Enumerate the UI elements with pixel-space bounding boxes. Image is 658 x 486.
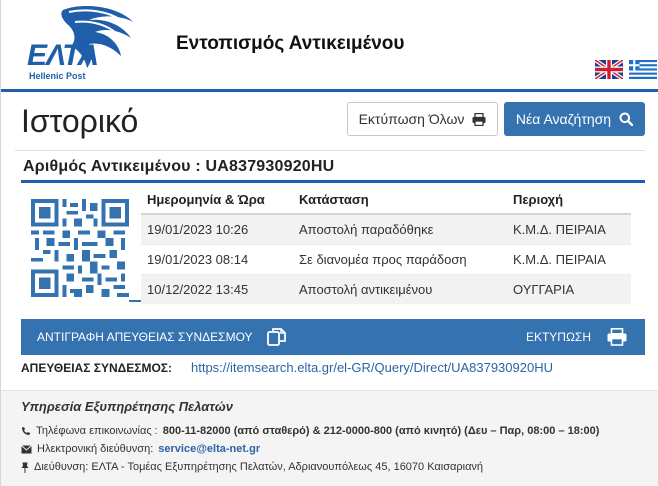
- table-row: 19/01/2023 08:14 Σε διανομέα προς παράδο…: [141, 243, 631, 274]
- logo-text: ΕΛΤΑ: [27, 39, 99, 72]
- footer-title: Υπηρεσία Εξυπηρέτησης Πελατών: [21, 399, 233, 414]
- page-title: Ιστορικό: [21, 103, 139, 139]
- row-date: 10/12/2022 13:45: [141, 273, 293, 304]
- printer-icon: [472, 112, 486, 126]
- print-all-label: Εκτύπωση Όλων: [358, 111, 465, 127]
- search-icon: [619, 112, 634, 126]
- row-area: Κ.Μ.Δ. ΠΕΙΡΑΙΑ: [507, 243, 631, 274]
- new-search-button[interactable]: Νέα Αναζήτηση: [504, 102, 645, 136]
- phone-value: 800-11-82000 (από σταθερό) & 212-0000-80…: [162, 425, 600, 437]
- footer-email-line: Ηλεκτρονική διεύθυνση: service@elta-net.…: [21, 443, 260, 455]
- footer-phone-line: Τηλέφωνα επικοινωνίας : 800-11-82000 (απ…: [21, 425, 599, 437]
- direct-link-label: ΑΠΕΥΘΕΙΑΣ ΣΥΝΔΕΣΜΟΣ:: [21, 361, 172, 375]
- item-divider: [21, 180, 645, 183]
- column-header-status: Κατάσταση: [293, 186, 507, 215]
- email-label: Ηλεκτρονική διεύθυνση:: [37, 443, 154, 455]
- table-header-row: Ημερομηνία & Ώρα Κατάσταση Περιοχή: [141, 186, 631, 215]
- app-title: Εντοπισμός Αντικειμένου: [176, 33, 405, 54]
- elta-logo[interactable]: ΕΛΤΑ Hellenic Post: [23, 4, 155, 84]
- row-status: Αποστολή αντικειμένου: [293, 273, 507, 304]
- printer-icon: [607, 328, 627, 346]
- uk-flag-icon[interactable]: [595, 60, 623, 79]
- footer-address-line: Διεύθυνση: ΕΛΤΑ - Τομέας Εξυπηρέτησης Πε…: [21, 461, 483, 473]
- print-all-button[interactable]: Εκτύπωση Όλων: [347, 102, 498, 136]
- greek-flag-icon[interactable]: [629, 60, 657, 79]
- tracking-table: Ημερομηνία & Ώρα Κατάσταση Περιοχή 19/01…: [141, 186, 631, 304]
- page-frame: ΕΛΤΑ Hellenic Post Εντοπισμός Αντικειμέν…: [0, 0, 658, 486]
- email-link[interactable]: service@elta-net.gr: [158, 443, 260, 455]
- section-divider: [15, 150, 645, 151]
- print-button[interactable]: ΕΚΤΥΠΩΣΗ: [526, 319, 627, 355]
- address-text: Διεύθυνση: ΕΛΤΑ - Τομέας Εξυπηρέτησης Πε…: [34, 461, 484, 473]
- table-row: 10/12/2022 13:45 Αποστολή αντικειμένου Ο…: [141, 273, 631, 304]
- row-date: 19/01/2023 08:14: [141, 243, 293, 274]
- qr-code-icon: [31, 199, 129, 297]
- site-header: ΕΛΤΑ Hellenic Post Εντοπισμός Αντικειμέν…: [1, 0, 658, 92]
- row-status: Σε διανομέα προς παράδοση: [293, 243, 507, 274]
- action-bar: ΑΝΤΙΓΡΑΦΗ ΑΠΕΥΘΕΙΑΣ ΣΥΝΔΕΣΜΟΥ ΕΚΤΥΠΩΣΗ: [21, 319, 645, 355]
- row-area: Κ.Μ.Δ. ΠΕΙΡΑΙΑ: [507, 213, 631, 244]
- table-row: 19/01/2023 10:26 Αποστολή παραδόθηκε Κ.Μ…: [141, 213, 631, 244]
- copy-direct-link-button[interactable]: ΑΝΤΙΓΡΑΦΗ ΑΠΕΥΘΕΙΑΣ ΣΥΝΔΕΣΜΟΥ: [37, 319, 287, 355]
- customer-service-footer: Υπηρεσία Εξυπηρέτησης Πελατών Τηλέφωνα ε…: [1, 390, 658, 486]
- logo-subtext: Hellenic Post: [29, 71, 86, 81]
- header-divider: [1, 89, 658, 92]
- envelope-icon: [21, 444, 32, 453]
- print-label: ΕΚΤΥΠΩΣΗ: [525, 330, 591, 344]
- row-status: Αποστολή παραδόθηκε: [293, 213, 507, 244]
- item-number: Αριθμός Αντικειμένου : UA837930920HU: [23, 158, 335, 175]
- column-header-area: Περιοχή: [507, 186, 631, 215]
- row-area: ΟΥΓΓΑΡΙΑ: [507, 273, 631, 304]
- row-date: 19/01/2023 10:26: [141, 213, 293, 244]
- copy-link-label: ΑΝΤΙΓΡΑΦΗ ΑΠΕΥΘΕΙΑΣ ΣΥΝΔΕΣΜΟΥ: [37, 330, 253, 344]
- phone-label: Τηλέφωνα επικοινωνίας :: [36, 425, 158, 437]
- copy-icon: [266, 328, 286, 346]
- direct-link-url[interactable]: https://itemsearch.elta.gr/el-GR/Query/D…: [191, 360, 553, 375]
- column-header-date: Ημερομηνία & Ώρα: [141, 186, 293, 215]
- new-search-label: Νέα Αναζήτηση: [515, 111, 612, 127]
- pushpin-icon: [21, 462, 29, 473]
- phone-icon: [22, 427, 30, 435]
